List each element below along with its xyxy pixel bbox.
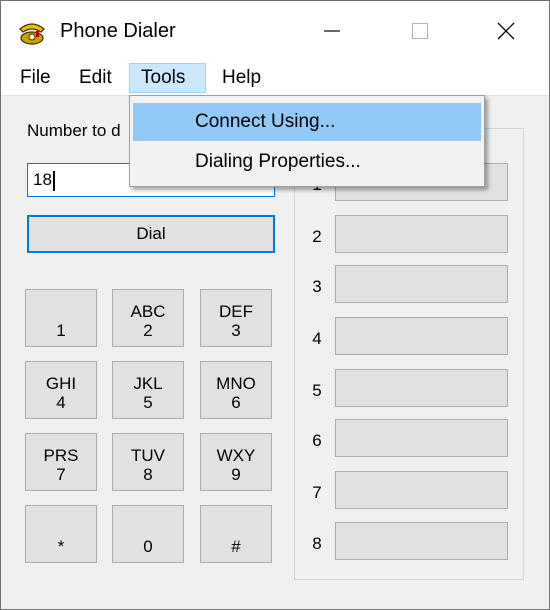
speed-dial-number-5: 5 [312, 381, 322, 400]
text-caret [52, 170, 55, 191]
key-9[interactable]: WXY 9 [200, 433, 272, 491]
close-button[interactable] [483, 11, 529, 51]
title-bar[interactable]: Phone Dialer [1, 1, 549, 61]
speed-dial-number-8: 8 [312, 534, 322, 553]
key-digit: 3 [231, 321, 241, 340]
key-1[interactable]: 1 [25, 289, 97, 347]
key-digit: * [57, 537, 65, 556]
phone-icon [17, 19, 47, 45]
minimize-icon [324, 30, 340, 32]
window-title: Phone Dialer [60, 20, 176, 42]
key-7[interactable]: PRS 7 [25, 433, 97, 491]
key-6[interactable]: MNO 6 [200, 361, 272, 419]
key-letters: ABC [130, 302, 166, 321]
menu-help[interactable]: Help [218, 63, 265, 93]
key-digit: 1 [56, 321, 66, 340]
menu-tools[interactable]: Tools [129, 63, 206, 93]
key-digit: 7 [56, 465, 66, 484]
dial-button[interactable]: Dial [27, 215, 275, 253]
menu-file[interactable]: File [16, 63, 55, 93]
number-input-value: 18 [33, 170, 52, 189]
speed-dial-button-4[interactable] [335, 317, 508, 355]
key-digit: 4 [56, 393, 66, 412]
key-digit: 6 [231, 393, 241, 412]
speed-dial-number-4: 4 [312, 329, 322, 348]
key-letters: WXY [216, 446, 256, 465]
maximize-icon [412, 23, 428, 39]
key-star[interactable]: * [25, 505, 97, 563]
key-digit: 9 [231, 465, 241, 484]
key-letters: MNO [216, 374, 256, 393]
speed-dial-button-6[interactable] [335, 419, 508, 457]
maximize-button[interactable] [397, 11, 443, 51]
key-digit: # [231, 537, 241, 556]
minimize-button[interactable] [309, 11, 355, 51]
speed-dial-button-3[interactable] [335, 265, 508, 303]
menu-dialing-properties[interactable]: Dialing Properties... [133, 143, 481, 181]
menu-edit[interactable]: Edit [75, 63, 116, 93]
key-digit: 5 [143, 393, 153, 412]
key-letters: JKL [133, 374, 163, 393]
menu-bar: File Edit Tools Help [1, 61, 549, 96]
key-8[interactable]: TUV 8 [112, 433, 184, 491]
key-hash[interactable]: # [200, 505, 272, 563]
key-letters: DEF [219, 302, 253, 321]
key-letters: PRS [43, 446, 79, 465]
key-2[interactable]: ABC 2 [112, 289, 184, 347]
key-3[interactable]: DEF 3 [200, 289, 272, 347]
speed-dial-button-2[interactable] [335, 215, 508, 253]
speed-dial-number-7: 7 [312, 483, 322, 502]
speed-dial-number-6: 6 [312, 431, 322, 450]
key-digit: 8 [143, 465, 153, 484]
menu-connect-using[interactable]: Connect Using... [133, 103, 481, 141]
key-5[interactable]: JKL 5 [112, 361, 184, 419]
close-icon [497, 22, 515, 40]
key-letters: TUV [131, 446, 165, 465]
speed-dial-button-5[interactable] [335, 369, 508, 407]
tools-dropdown-menu: Connect Using... Dialing Properties... [129, 95, 485, 187]
key-4[interactable]: GHI 4 [25, 361, 97, 419]
key-digit: 0 [143, 537, 153, 556]
key-digit: 2 [143, 321, 153, 340]
phone-dialer-window: Phone Dialer File Edit Tools Help Number… [0, 0, 550, 610]
speed-dial-number-2: 2 [312, 227, 322, 246]
key-letters: GHI [45, 374, 77, 393]
speed-dial-button-8[interactable] [335, 522, 508, 560]
key-0[interactable]: 0 [112, 505, 184, 563]
speed-dial-button-7[interactable] [335, 471, 508, 509]
number-to-dial-label: Number to d [27, 121, 121, 140]
speed-dial-number-3: 3 [312, 277, 322, 296]
